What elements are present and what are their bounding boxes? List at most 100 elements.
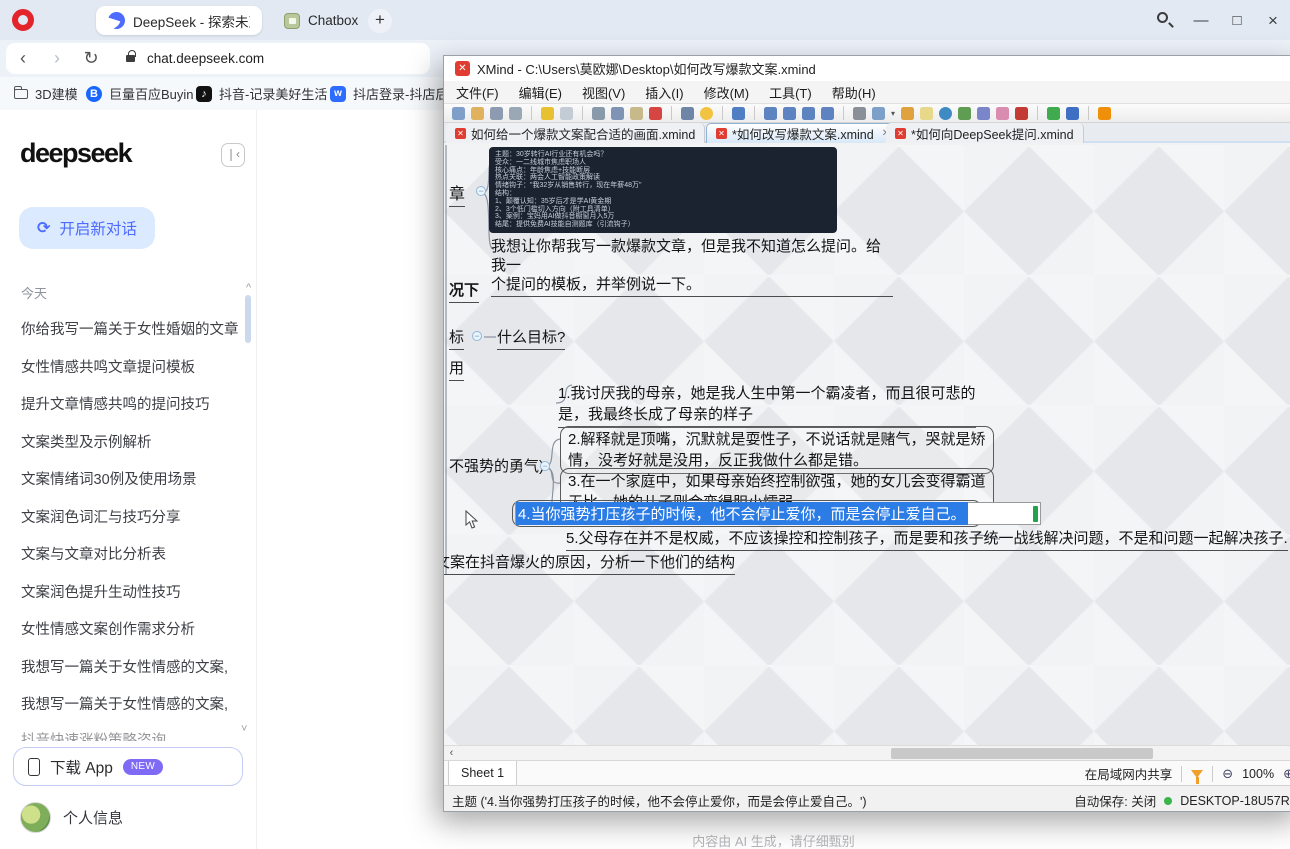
new-workbook-icon[interactable] — [452, 107, 465, 120]
search-icon[interactable] — [1157, 12, 1168, 23]
subtopic-4-edit-field[interactable]: 4.当你强势打压孩子的时候，他不会停止爱你，而是会停止爱自己。 — [515, 502, 1041, 525]
doc-tab-2-active[interactable]: ✕ *如何改写爆款文案.xmind ✕ — [706, 123, 900, 143]
image-dropdown-icon[interactable]: ▾ — [891, 109, 895, 118]
zoom-fit-icon[interactable] — [732, 107, 745, 120]
bookmark-doudian[interactable]: w 抖店登录-抖店后 — [330, 77, 448, 110]
mindmap-canvas[interactable]: 章 − 主题：30岁转行AI行业还有机会吗？ 受众：一二线城市焦虑职场人 核心痛… — [444, 145, 1290, 745]
boundary-icon[interactable] — [901, 107, 914, 120]
url-text[interactable]: chat.deepseek.com — [147, 51, 264, 66]
chat-history-item[interactable]: 文案类型及示例解析 — [12, 426, 240, 456]
attachment-icon[interactable] — [853, 107, 866, 120]
subtopic-5[interactable]: 5.父母存在并不是权威，不应该操控和控制孩子，而是要和孩子统一战线解决问题，不是… — [566, 527, 1288, 551]
insert-summary-icon[interactable] — [821, 107, 834, 120]
idea-icon[interactable] — [700, 107, 713, 120]
sync-icon[interactable] — [1047, 107, 1060, 120]
paste-icon[interactable] — [630, 107, 643, 120]
doc-tab-1[interactable]: ✕ 如何给一个爆款文案配合适的画面.xmind — [446, 123, 705, 143]
subtopic-1[interactable]: 1.我讨厌我的母亲，她是我人生中第一个霸凌者，而且很可悲的 是，我最终长成了母亲… — [558, 383, 976, 428]
chat-history-item[interactable]: 文案与文章对比分析表 — [12, 538, 240, 568]
opera-logo-icon[interactable] — [12, 9, 34, 31]
minimize-button[interactable]: — — [1188, 8, 1214, 34]
notes-icon[interactable] — [920, 107, 933, 120]
profile-row[interactable]: 个人信息 — [20, 802, 123, 833]
lan-share-label[interactable]: 在局域网内共享 — [1085, 764, 1173, 783]
print-icon[interactable] — [509, 107, 522, 120]
copy-icon[interactable] — [611, 107, 624, 120]
forward-icon[interactable]: › — [40, 48, 74, 69]
sheet-tab[interactable]: Sheet 1 — [448, 761, 517, 786]
collapse-icon[interactable]: − — [476, 186, 486, 196]
embedded-note-image[interactable]: 主题：30岁转行AI行业还有机会吗？ 受众：一二线城市焦虑职场人 核心痛点：年龄… — [489, 147, 837, 233]
screenshot-icon[interactable] — [681, 107, 694, 120]
zoom-level[interactable]: 100% — [1242, 767, 1274, 781]
topic-courage[interactable]: 不强势的勇气) — [449, 455, 544, 476]
menu-insert[interactable]: 插入(I) — [645, 83, 683, 102]
insert-subtopic-icon[interactable] — [783, 107, 796, 120]
zoom-in-icon[interactable]: ⊕ — [1283, 766, 1290, 782]
save-icon[interactable] — [490, 107, 503, 120]
topic-yong[interactable]: 用 — [449, 357, 464, 381]
scroll-left-icon[interactable]: ‹ — [444, 746, 459, 761]
cut-icon[interactable] — [592, 107, 605, 120]
menu-tools[interactable]: 工具(T) — [769, 83, 812, 102]
edit-handle-icon[interactable] — [1033, 506, 1038, 522]
chat-history-item[interactable]: 我想写一篇关于女性情感的文案, — [12, 651, 240, 681]
undo-icon[interactable] — [541, 107, 554, 120]
stop-record-icon[interactable] — [1015, 107, 1028, 120]
address-bar[interactable]: ‹ › ↻ chat.deepseek.com — [6, 43, 430, 74]
scrollbar-thumb[interactable] — [891, 748, 1153, 759]
close-button[interactable]: × — [1260, 8, 1286, 34]
menu-modify[interactable]: 修改(M) — [704, 83, 750, 102]
subtopic-2[interactable]: 2.解释就是顶嘴，沉默就是耍性子，不说话就是赌气，哭就是矫 情，没考好就是没用，… — [560, 426, 994, 474]
maximize-button[interactable]: □ — [1224, 8, 1250, 34]
collapse-icon[interactable]: − — [540, 461, 550, 471]
chat-history-item[interactable]: 女性情感文案创作需求分析 — [12, 613, 240, 643]
menu-help[interactable]: 帮助(H) — [832, 83, 876, 102]
sidebar-scrollbar[interactable] — [245, 295, 251, 343]
sidebar-collapse-icon[interactable]: ❘‹ — [221, 143, 245, 167]
menu-edit[interactable]: 编辑(E) — [519, 83, 562, 102]
upgrade-icon[interactable] — [1098, 107, 1111, 120]
browser-tab-chatbox[interactable]: Chatbox — [272, 6, 370, 35]
insert-topic-icon[interactable] — [764, 107, 777, 120]
filter-funnel-icon[interactable] — [1191, 770, 1203, 778]
share-upload-icon[interactable] — [1066, 107, 1079, 120]
topic-prompt[interactable]: 我想让你帮我写一款爆款文章，但是我不知道怎么提问。给我一 个提问的模板，并举例说… — [491, 237, 893, 297]
doc-tab-3[interactable]: ✕ *如何向DeepSeek提问.xmind — [886, 123, 1084, 143]
audio-note-icon[interactable] — [958, 107, 971, 120]
topic-goal[interactable]: 什么目标? — [497, 326, 565, 350]
insert-floating-topic-icon[interactable] — [802, 107, 815, 120]
new-tab-button[interactable]: + — [368, 9, 392, 33]
numbering-icon[interactable] — [977, 107, 990, 120]
collapse-icon[interactable]: − — [472, 331, 482, 341]
recording-icon[interactable] — [996, 107, 1009, 120]
chat-history-item[interactable]: 你给我写一篇关于女性婚姻的文章 — [12, 313, 240, 343]
chat-history-item[interactable]: 女性情感共鸣文章提问模板 — [12, 351, 240, 381]
topic-biao[interactable]: 标 — [449, 326, 464, 350]
chat-history-item[interactable]: 我想写一篇关于女性情感的文案, — [12, 688, 240, 718]
chat-history-item[interactable]: 提升文章情感共鸣的提问技巧 — [12, 388, 240, 418]
menu-file[interactable]: 文件(F) — [456, 83, 499, 102]
back-icon[interactable]: ‹ — [6, 48, 40, 69]
open-icon[interactable] — [471, 107, 484, 120]
reload-icon[interactable]: ↻ — [74, 48, 108, 69]
chat-history-item[interactable]: 文案润色词汇与技巧分享 — [12, 501, 240, 531]
zoom-out-icon[interactable]: ⊖ — [1222, 766, 1233, 782]
bookmark-buyin[interactable]: B 巨量百应Buyin — [86, 77, 194, 110]
topic-kuangxia[interactable]: 况下 — [449, 279, 479, 303]
download-app-button[interactable]: 下载 App NEW — [13, 747, 243, 786]
new-chat-button[interactable]: ⟳ 开启新对话 — [19, 207, 155, 249]
menu-view[interactable]: 视图(V) — [582, 83, 625, 102]
bookmark-douyin[interactable]: ♪ 抖音-记录美好生活 — [196, 77, 327, 110]
chat-history-item[interactable]: 文案润色提升生动性技巧 — [12, 576, 240, 606]
delete-icon[interactable] — [649, 107, 662, 120]
chat-history-item[interactable]: 抖音快速涨粉策略咨询 — [12, 724, 240, 741]
chat-history-item[interactable]: 文案情绪词30例及使用场景 — [12, 463, 240, 493]
hyperlink-icon[interactable] — [939, 107, 952, 120]
redo-icon[interactable] — [560, 107, 573, 120]
topic-zhang[interactable]: 章 — [449, 180, 465, 207]
bookmark-3d[interactable]: 3D建模 — [14, 77, 78, 110]
selected-text[interactable]: 4.当你强势打压孩子的时候，他不会停止爱你，而是会停止爱自己。 — [516, 502, 968, 525]
image-icon[interactable] — [872, 107, 885, 120]
topic-bottom[interactable]: 文案在抖音爆火的原因，分析一下他们的结构 — [444, 551, 735, 575]
